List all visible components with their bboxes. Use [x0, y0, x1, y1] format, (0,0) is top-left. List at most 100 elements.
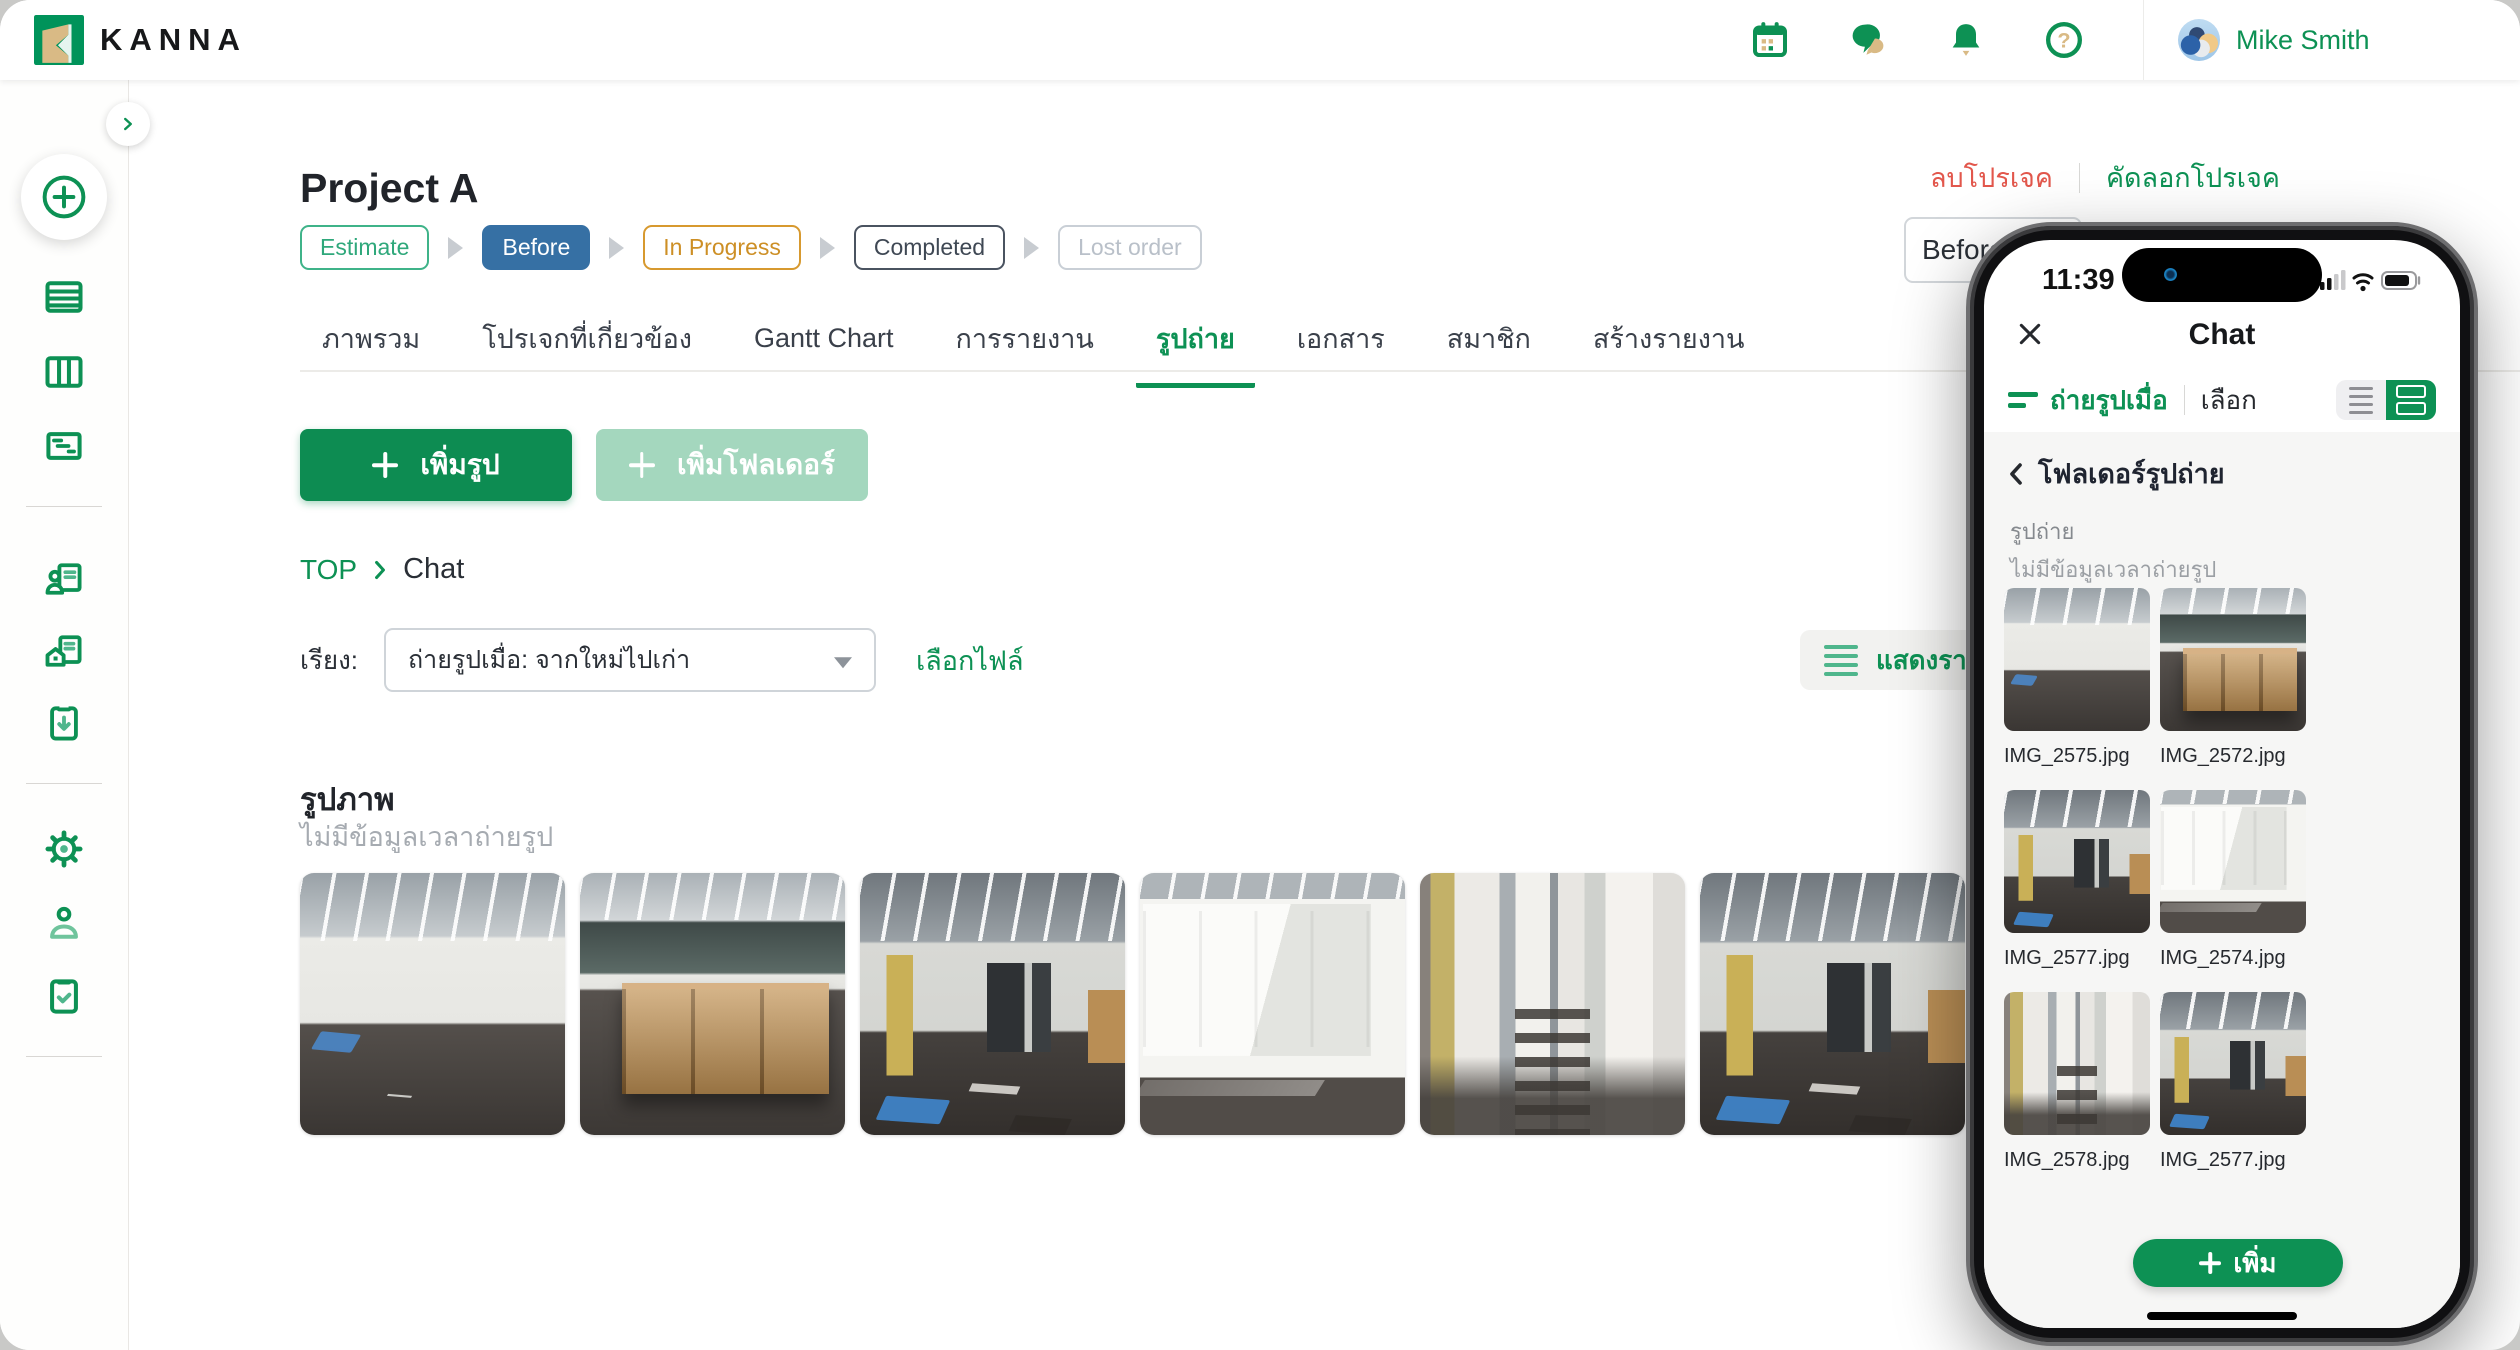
add-new-button[interactable]: [21, 154, 107, 240]
phone-photo-item[interactable]: IMG_2575.jpg: [2004, 588, 2150, 768]
photo-filename: IMG_2577.jpg: [2160, 1149, 2306, 1172]
sidebar-item-profile[interactable]: [42, 901, 86, 948]
brand[interactable]: KANNA: [34, 15, 247, 65]
card-icon: [42, 424, 86, 468]
list-view-toggle[interactable]: [2336, 380, 2386, 420]
add-folder-button[interactable]: เพิ่มโฟลเดอร์: [596, 429, 868, 501]
list-icon: [1824, 645, 1858, 676]
tab-overview[interactable]: ภาพรวม: [302, 317, 440, 388]
app-header: KANNA: [0, 0, 2520, 80]
phone-photo-item[interactable]: IMG_2574.jpg: [2160, 790, 2306, 970]
tab-reporting[interactable]: การรายงาน: [936, 317, 1114, 388]
tab-photos[interactable]: รูปถ่าย: [1136, 317, 1255, 388]
app-window: KANNA: [0, 0, 2520, 1350]
brand-name: KANNA: [100, 22, 247, 58]
house-document-icon: [42, 629, 86, 673]
breadcrumb: TOP Chat: [300, 553, 464, 586]
sort-icon: [2008, 392, 2038, 408]
phone-content: โฟลเดอร์รูปถ่าย รูปถ่าย ไม่มีข้อมูลเวลาถ…: [1984, 432, 2460, 1328]
tab-related-projects[interactable]: โปรเจกที่เกี่ยวข้อง: [462, 317, 712, 388]
sidebar-item-tasks[interactable]: [42, 974, 86, 1021]
tab-documents[interactable]: เอกสาร: [1277, 317, 1405, 388]
photo-thumbnail[interactable]: [300, 873, 565, 1135]
header-divider: [2143, 0, 2144, 80]
view-toggle: [2336, 380, 2436, 420]
list-rows-icon: [42, 275, 86, 319]
photo-filename: IMG_2575.jpg: [2004, 745, 2150, 768]
photo-thumbnail[interactable]: [1140, 873, 1405, 1135]
clipboard-download-icon: [42, 701, 86, 745]
sidebar-item-card-view[interactable]: [42, 424, 86, 471]
phone-sort-button[interactable]: ถ่ายรูปเมื่อ: [2008, 380, 2168, 421]
phone-photo-item[interactable]: IMG_2572.jpg: [2160, 588, 2306, 768]
status-pill-lost-order[interactable]: Lost order: [1058, 225, 1202, 270]
sidebar-item-clients[interactable]: [42, 557, 86, 604]
notifications-button[interactable]: [1946, 20, 1986, 60]
status-pill-completed[interactable]: Completed: [854, 225, 1005, 270]
chevron-right-icon: [371, 559, 389, 581]
chevron-right-icon: [117, 113, 139, 135]
sidebar-divider: [26, 783, 102, 784]
help-icon: ?: [2044, 19, 2084, 61]
plus-circle-icon: [39, 172, 89, 222]
chat-button[interactable]: [1848, 20, 1888, 60]
phone-back-button[interactable]: โฟลเดอร์รูปถ่าย: [2006, 452, 2225, 495]
tab-gantt-chart[interactable]: Gantt Chart: [734, 317, 914, 388]
breadcrumb-current: Chat: [403, 553, 464, 586]
phone-select-button[interactable]: เลือก: [2201, 380, 2257, 421]
photo-thumbnail[interactable]: [580, 873, 845, 1135]
sort-select[interactable]: ถ่ายรูปเมื่อ: จากใหม่ไปเก่า: [384, 628, 876, 692]
page-title: Project A: [300, 165, 478, 212]
phone-photo-item[interactable]: IMG_2578.jpg: [2004, 992, 2150, 1172]
project-actions: ลบโปรเจค คัดลอกโปรเจค: [1930, 156, 2280, 199]
plus-icon: [629, 452, 655, 478]
help-button[interactable]: ?: [2044, 20, 2084, 60]
gallery-empty-note: ไม่มีข้อมูลเวลาถ่ายรูป: [300, 815, 553, 858]
phone-page-title: Chat: [1984, 318, 2460, 352]
select-files-link[interactable]: เลือกไฟล์: [916, 639, 1024, 682]
copy-project-link[interactable]: คัดลอกโปรเจค: [2106, 156, 2280, 199]
stacked-rows-icon: [2396, 385, 2426, 415]
photo-filename: IMG_2572.jpg: [2160, 745, 2306, 768]
photo-thumbnail[interactable]: [1420, 873, 1685, 1135]
calendar-button[interactable]: [1750, 20, 1790, 60]
phone-back-label: โฟลเดอร์รูปถ่าย: [2038, 452, 2225, 495]
phone-mockup: 11:39: [1966, 222, 2478, 1346]
avatar: [2178, 19, 2220, 61]
delete-project-link[interactable]: ลบโปรเจค: [1930, 156, 2053, 199]
tab-create-report[interactable]: สร้างรายงาน: [1573, 317, 1765, 388]
grid-view-toggle[interactable]: [2386, 380, 2436, 420]
step-arrow-icon: [1024, 237, 1039, 259]
photo-grid: [300, 873, 1965, 1135]
phone-add-button[interactable]: เพิ่ม: [2133, 1239, 2343, 1287]
photo-filename: IMG_2577.jpg: [2004, 947, 2150, 970]
calendar-icon: [1750, 19, 1790, 61]
svg-text:?: ?: [2057, 28, 2070, 53]
photo-thumbnail: [2004, 588, 2150, 731]
status-pill-estimate[interactable]: Estimate: [300, 225, 429, 270]
add-photo-label: เพิ่มรูป: [420, 443, 499, 487]
sidebar-collapse-button[interactable]: [106, 102, 150, 146]
photo-thumbnail: [2160, 790, 2306, 933]
step-arrow-icon: [609, 237, 624, 259]
sidebar-item-board-view[interactable]: [42, 350, 86, 397]
status-pill-before[interactable]: Before: [482, 225, 590, 270]
status-pill-in-progress[interactable]: In Progress: [643, 225, 801, 270]
person-document-icon: [42, 557, 86, 601]
phone-photo-item[interactable]: IMG_2577.jpg: [2160, 992, 2306, 1172]
tab-members[interactable]: สมาชิก: [1427, 317, 1551, 388]
photo-thumbnail[interactable]: [1700, 873, 1965, 1135]
user-menu[interactable]: Mike Smith: [2172, 0, 2376, 80]
sidebar-item-download-app[interactable]: [42, 701, 86, 748]
sidebar-item-settings[interactable]: [42, 827, 86, 874]
home-indicator[interactable]: [2147, 1312, 2297, 1320]
kanna-logo-icon: [34, 15, 84, 65]
phone-photo-item[interactable]: IMG_2577.jpg: [2004, 790, 2150, 970]
signal-icon: [2320, 270, 2346, 290]
breadcrumb-top-link[interactable]: TOP: [300, 554, 357, 586]
sidebar-item-sites[interactable]: [42, 629, 86, 676]
sidebar-item-project-list[interactable]: [42, 275, 86, 322]
sort-label: เรียง:: [300, 640, 358, 681]
add-photo-button[interactable]: เพิ่มรูป: [300, 429, 572, 501]
photo-thumbnail[interactable]: [860, 873, 1125, 1135]
